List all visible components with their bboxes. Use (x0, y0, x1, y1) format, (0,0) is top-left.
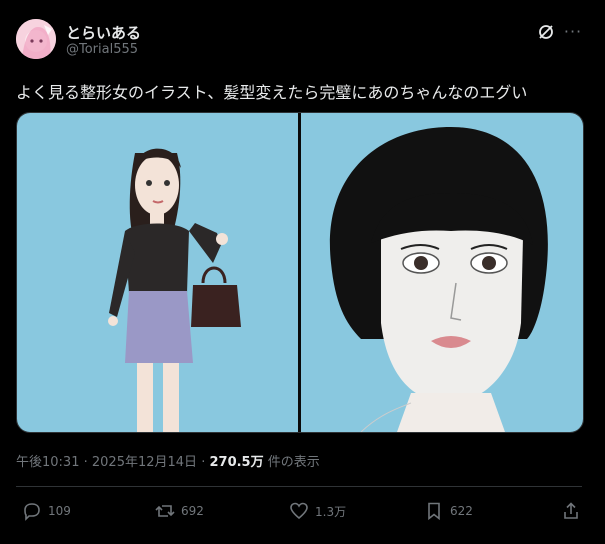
tweet-meta: 午後10:31 · 2025年12月14日 · 270.5万 件の表示 (16, 451, 320, 470)
like-button[interactable]: 1.3万 (289, 500, 346, 522)
divider (16, 486, 582, 487)
views-label: 件の表示 (267, 455, 320, 470)
tweet-time[interactable]: 午後10:31 (16, 455, 79, 470)
woman-full-body-illustration (108, 148, 241, 432)
reply-count: 109 (48, 504, 71, 518)
woman-bob-haircut-illustration (329, 127, 548, 432)
bookmark-button[interactable]: 622 (424, 500, 473, 522)
views-count: 270.5万 (209, 455, 264, 470)
bookmark-count: 622 (450, 504, 473, 518)
reply-button[interactable]: 109 (22, 500, 71, 522)
tweet-text: よく見る整形女のイラスト、髪型変えたら完璧にあのちゃんなのエグい (16, 83, 528, 102)
meta-separator: · (83, 455, 88, 470)
bookmark-icon (428, 502, 440, 521)
author-name[interactable]: とらいある (66, 22, 141, 43)
like-count: 1.3万 (315, 504, 347, 519)
grok-icon[interactable] (536, 22, 556, 42)
heart-icon (290, 502, 308, 520)
tweet-date[interactable]: 2025年12月14日 (92, 455, 197, 470)
media-image-left[interactable] (17, 113, 298, 432)
meta-separator: · (201, 455, 206, 470)
retweet-count: 692 (181, 504, 204, 518)
retweet-button[interactable]: 692 (155, 500, 204, 522)
share-icon (564, 502, 578, 519)
share-button[interactable] (561, 500, 581, 522)
retweet-icon (155, 505, 175, 517)
tweet-media[interactable] (16, 112, 584, 433)
more-icon[interactable]: ··· (562, 22, 584, 42)
media-image-right[interactable] (301, 113, 583, 432)
avatar-icon (16, 19, 56, 59)
reply-icon (24, 503, 40, 521)
author-handle[interactable]: @Torial555 (66, 42, 138, 57)
avatar[interactable] (16, 19, 56, 59)
